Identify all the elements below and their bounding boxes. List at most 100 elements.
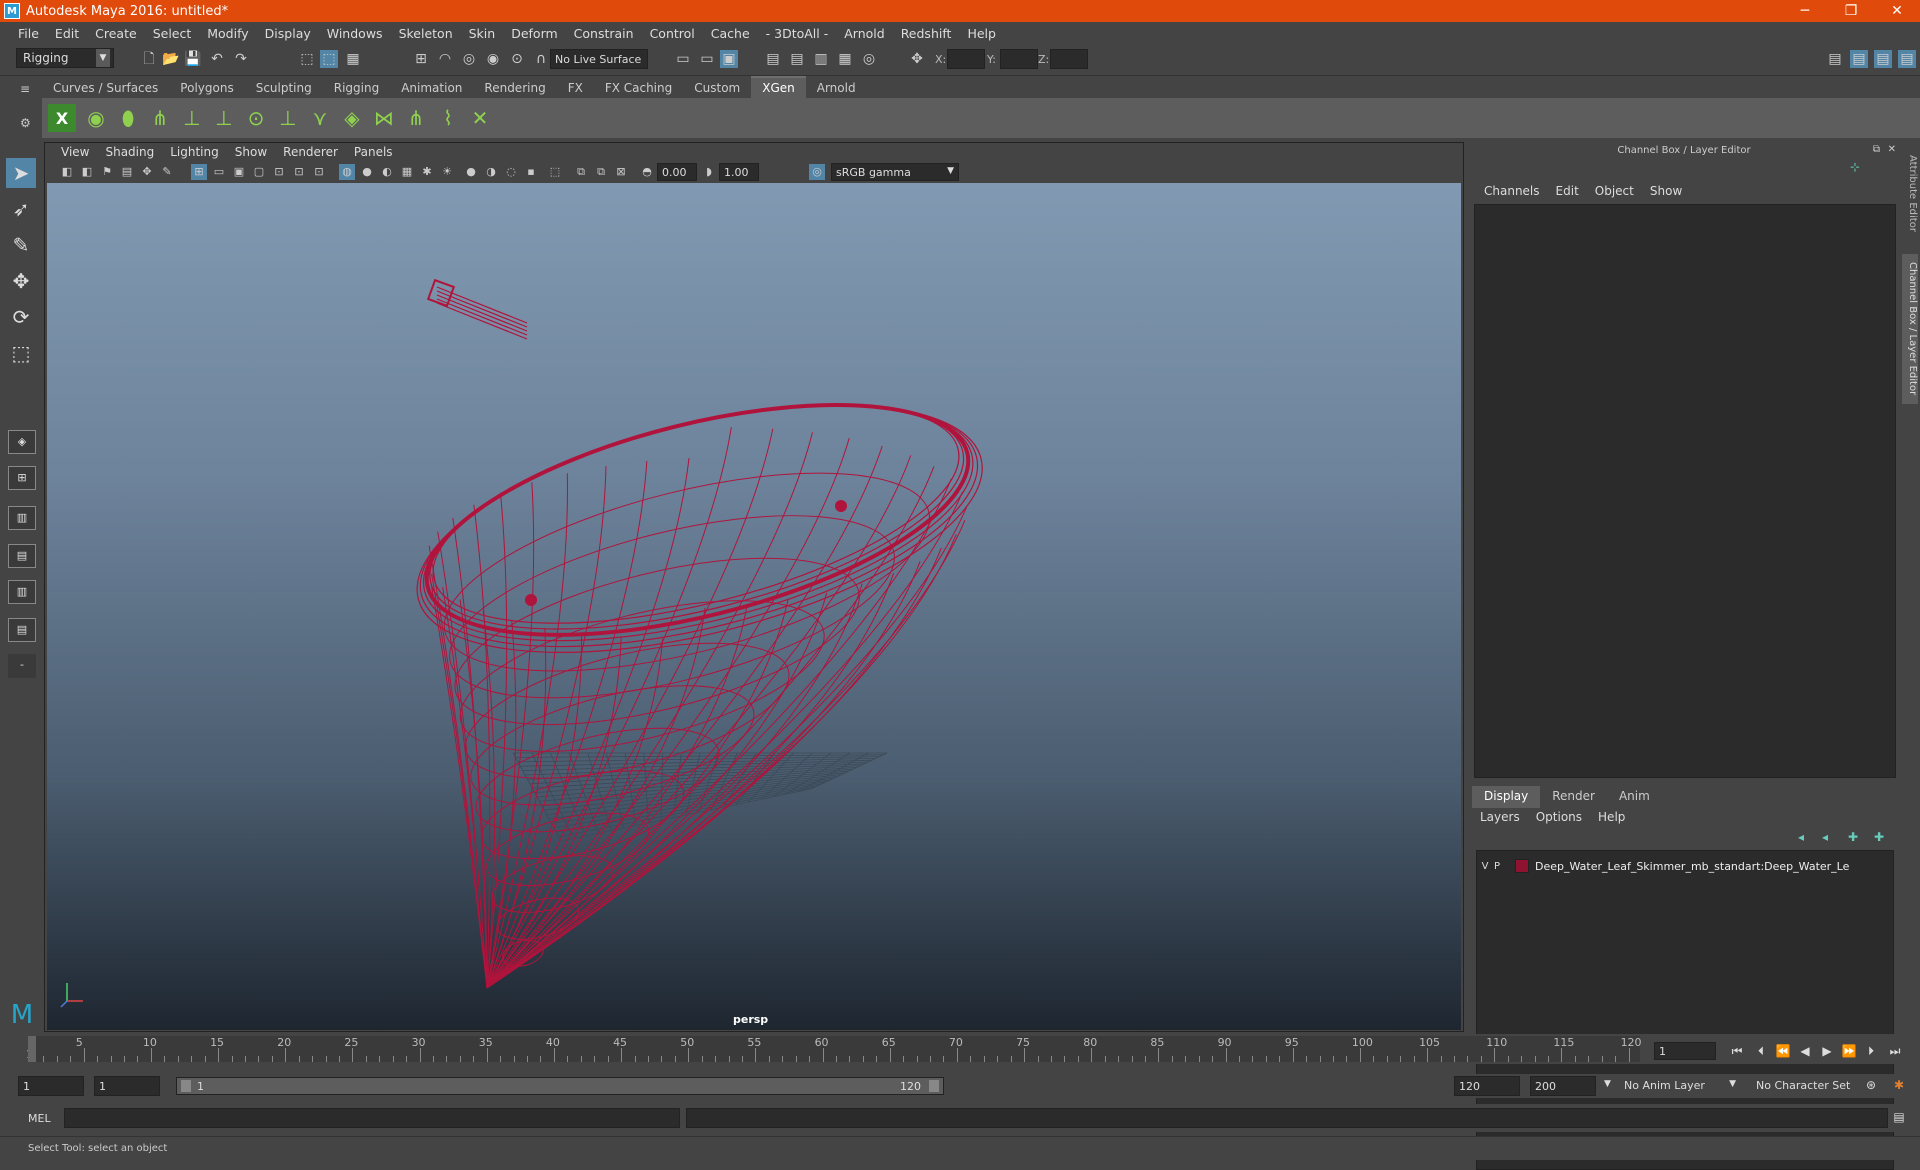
xgen-lock-guide-icon[interactable]: ⊥: [274, 104, 302, 132]
depth-of-field-icon[interactable]: ▪: [523, 164, 539, 180]
exposure-icon[interactable]: ◓: [639, 164, 655, 180]
shelf-menu-icon[interactable]: ≡: [20, 82, 30, 96]
xgen-editor-icon[interactable]: X: [48, 104, 76, 132]
hypershade-icon[interactable]: ▦: [836, 50, 854, 68]
xgen-guides-icon[interactable]: ⋔: [146, 104, 174, 132]
render-settings-icon[interactable]: ▥: [812, 50, 830, 68]
textured-icon[interactable]: ▦: [399, 164, 415, 180]
animation-end-field[interactable]: 200: [1530, 1076, 1596, 1096]
menu-modify[interactable]: Modify: [199, 26, 256, 41]
modeling-toolkit-icon[interactable]: ▤: [1826, 50, 1844, 68]
color-space-select[interactable]: sRGB gamma ▼: [831, 163, 959, 181]
xgen-create-description-icon[interactable]: ⬮: [114, 104, 142, 132]
menu-select[interactable]: Select: [145, 26, 200, 41]
move-layer-up-icon[interactable]: ◂: [1798, 830, 1804, 844]
y-field[interactable]: [1000, 49, 1038, 69]
range-end-handle[interactable]: [929, 1080, 939, 1092]
snap-view-icon[interactable]: ◉: [484, 50, 502, 68]
construction-history-icon[interactable]: ▣: [720, 50, 738, 68]
shelf-tab-curves-surfaces[interactable]: Curves / Surfaces: [42, 78, 169, 98]
select-component-icon[interactable]: ▦: [344, 50, 362, 68]
attribute-editor-toggle-icon[interactable]: ▤: [1850, 50, 1868, 68]
channel-box-toggle-icon[interactable]: ▤: [1898, 50, 1916, 68]
paint-select-tool-icon[interactable]: ✎: [6, 230, 36, 260]
grease-pencil-icon[interactable]: ✎: [159, 164, 175, 180]
character-set-select[interactable]: No Character Set: [1752, 1076, 1862, 1096]
new-empty-layer-icon[interactable]: ✚: [1848, 830, 1858, 844]
shelf-tab-xgen[interactable]: XGen: [751, 76, 806, 98]
select-hierarchy-icon[interactable]: ⬚: [298, 50, 316, 68]
four-view-layout-icon[interactable]: ⊞: [8, 466, 36, 490]
viewport-menu-show[interactable]: Show: [227, 145, 275, 159]
use-all-lights-icon[interactable]: ✱: [419, 164, 435, 180]
layer-visibility-toggle[interactable]: V: [1479, 861, 1491, 872]
layer-menu-layers[interactable]: Layers: [1472, 810, 1528, 828]
shelf-tab-polygons[interactable]: Polygons: [169, 78, 244, 98]
animation-start-field[interactable]: 1: [18, 1076, 84, 1096]
minimize-button[interactable]: ─: [1782, 0, 1828, 22]
menu-cache[interactable]: Cache: [703, 26, 758, 41]
xgen-cut-icon[interactable]: ⌇: [434, 104, 462, 132]
menu-windows[interactable]: Windows: [319, 26, 391, 41]
color-management-icon[interactable]: ◎: [809, 164, 825, 180]
snap-point-icon[interactable]: ◎: [460, 50, 478, 68]
restore-button[interactable]: ❐: [1828, 0, 1874, 22]
viewport-menu-renderer[interactable]: Renderer: [275, 145, 346, 159]
shelf-tab-sculpting[interactable]: Sculpting: [245, 78, 323, 98]
shelf-tab-rigging[interactable]: Rigging: [323, 78, 390, 98]
output-ops-icon[interactable]: ▭: [698, 50, 716, 68]
xgen-grass-icon[interactable]: ⋎: [306, 104, 334, 132]
current-frame-field[interactable]: 1: [1654, 1042, 1716, 1060]
shelf-tab-arnold[interactable]: Arnold: [806, 78, 867, 98]
menu-deform[interactable]: Deform: [503, 26, 565, 41]
close-button[interactable]: ✕: [1874, 0, 1920, 22]
render-frame-icon[interactable]: ▤: [764, 50, 782, 68]
gamma-field[interactable]: 1.00: [719, 163, 759, 181]
go-to-start-icon[interactable]: ⏮: [1728, 1042, 1746, 1060]
menu-skin[interactable]: Skin: [461, 26, 504, 41]
undo-icon[interactable]: ↶: [208, 50, 226, 68]
scale-tool-icon[interactable]: ⬚: [6, 338, 36, 368]
go-to-end-icon[interactable]: ⏭: [1886, 1042, 1904, 1060]
xray-icon[interactable]: ⧉: [573, 164, 589, 180]
menu-edit[interactable]: Edit: [47, 26, 87, 41]
persp-graph-layout-icon[interactable]: ▤: [8, 544, 36, 568]
menu-3dtoall[interactable]: - 3DtoAll -: [758, 26, 837, 41]
menu-create[interactable]: Create: [87, 26, 145, 41]
command-input[interactable]: [64, 1108, 680, 1128]
live-surface-field[interactable]: No Live Surface: [550, 49, 648, 69]
shelf-tab-rendering[interactable]: Rendering: [473, 78, 556, 98]
viewport-menu-view[interactable]: View: [53, 145, 97, 159]
film-gate-icon[interactable]: ▭: [211, 164, 227, 180]
auto-key-icon[interactable]: ⊛: [1862, 1076, 1880, 1094]
z-field[interactable]: [1050, 49, 1088, 69]
shelf-tab-fx-caching[interactable]: FX Caching: [594, 78, 683, 98]
move-tool-icon[interactable]: ✥: [6, 266, 36, 296]
snap-grid-icon[interactable]: ⊞: [412, 50, 430, 68]
channel-box-side-tab[interactable]: Channel Box / Layer Editor: [1902, 254, 1918, 404]
wireframe-on-shaded-icon[interactable]: ◐: [379, 164, 395, 180]
menu-arnold[interactable]: Arnold: [836, 26, 892, 41]
viewport-menu-panels[interactable]: Panels: [346, 145, 401, 159]
anim-layer-select[interactable]: ▼ No Anim Layer ▼: [1604, 1076, 1736, 1096]
open-scene-icon[interactable]: 📂: [162, 50, 180, 68]
exposure-field[interactable]: 0.00: [657, 163, 697, 181]
menu-redshift[interactable]: Redshift: [893, 26, 960, 41]
xgen-preview-icon[interactable]: ◉: [82, 104, 110, 132]
playback-end-field[interactable]: 120: [1454, 1076, 1520, 1096]
xray-components-icon[interactable]: ⊠: [613, 164, 629, 180]
step-forward-frame-icon[interactable]: ⏵: [1862, 1042, 1880, 1060]
tab-render[interactable]: Render: [1540, 786, 1607, 808]
xgen-layer-icon[interactable]: ◈: [338, 104, 366, 132]
perspective-viewport[interactable]: persp: [47, 183, 1461, 1030]
float-panel-icon[interactable]: ⧉: [1873, 144, 1880, 155]
ipr-render-icon[interactable]: ▤: [788, 50, 806, 68]
xgen-place-guide-icon[interactable]: ⊥: [210, 104, 238, 132]
range-start-handle[interactable]: [181, 1080, 191, 1092]
tab-anim[interactable]: Anim: [1607, 786, 1662, 808]
time-slider-track[interactable]: 1510152025303540455055606570758085909510…: [26, 1036, 1642, 1062]
step-back-key-icon[interactable]: ⏪: [1774, 1042, 1792, 1060]
safe-title-icon[interactable]: ⊡: [311, 164, 327, 180]
step-forward-key-icon[interactable]: ⏩: [1840, 1042, 1858, 1060]
bookmark-icon[interactable]: ⚑: [99, 164, 115, 180]
